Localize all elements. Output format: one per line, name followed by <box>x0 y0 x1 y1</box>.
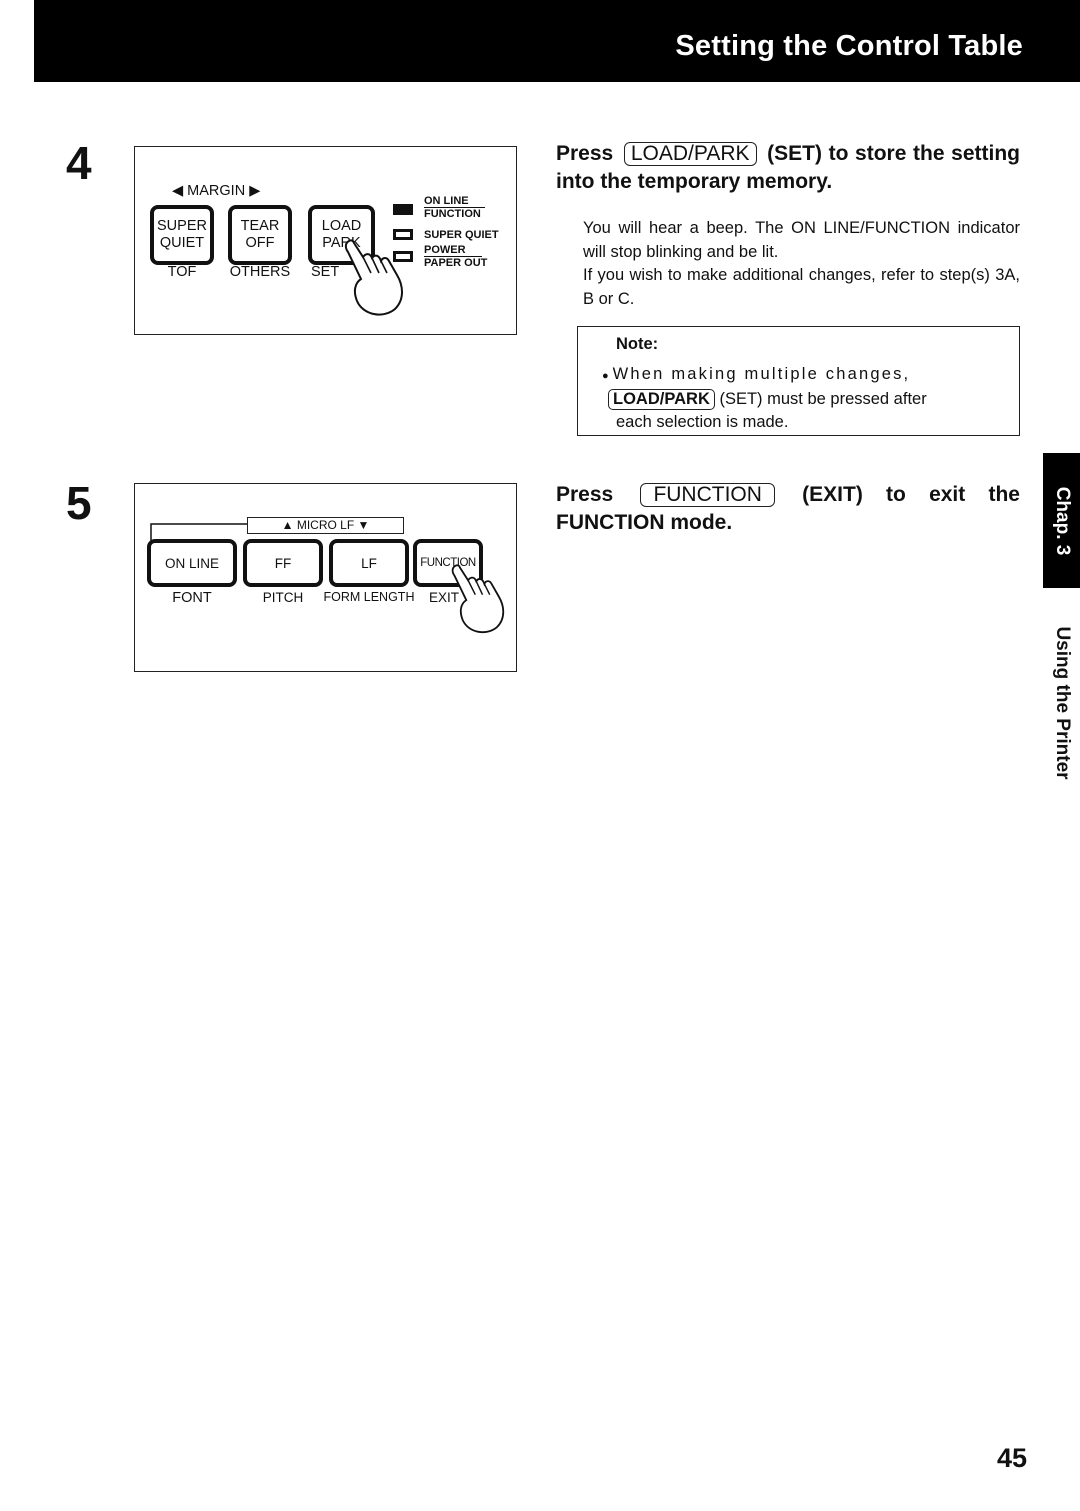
super-quiet-indicator-label: SUPER QUIET <box>424 229 499 241</box>
power-paper-out-indicator-label: POWER PAPER OUT <box>424 244 487 269</box>
function-key: FUNCTION <box>640 483 775 507</box>
instruction-prefix: Press <box>556 142 614 165</box>
micro-lf-label: ▲ MICRO LF ▼ <box>247 517 404 534</box>
indicator-label-top: ON LINE <box>424 195 485 208</box>
margin-label: ◀ MARGIN ▶ <box>172 183 261 199</box>
body-paragraph: You will hear a beep. The ON LINE/FUNCTI… <box>583 219 1020 261</box>
page-number: 45 <box>996 1443 1027 1473</box>
indicator-label-top: POWER <box>424 244 482 257</box>
button-label-top: TEAR <box>240 218 280 234</box>
ff-button[interactable]: FF <box>243 539 323 587</box>
body-paragraph: If you wish to make additional changes, … <box>583 266 1020 308</box>
button-label: LF <box>361 555 377 571</box>
note-line-1: ● When making multiple changes, <box>602 363 1011 388</box>
step-number-4: 4 <box>66 137 92 189</box>
indicator-label-bottom: FUNCTION <box>424 208 481 220</box>
load-park-key: LOAD/PARK <box>608 389 715 410</box>
form-length-label: FORM LENGTH <box>323 590 415 604</box>
button-label-top: SUPER <box>157 218 207 234</box>
online-function-indicator-label: ON LINE FUNCTION <box>424 195 485 220</box>
button-label-bottom: OFF <box>245 235 275 251</box>
font-label: FONT <box>172 590 212 606</box>
instruction-prefix: Press <box>556 483 614 506</box>
super-quiet-indicator <box>393 229 413 240</box>
tear-off-button[interactable]: TEAR OFF <box>228 205 292 265</box>
note-title: Note: <box>616 335 659 353</box>
button-label: ON LINE <box>164 555 219 571</box>
chapter-tab: Chap. 3 <box>1043 453 1080 588</box>
chapter-label: Chap. 3 <box>1051 486 1073 555</box>
note-body: ● When making multiple changes, LOAD/PARK… <box>602 363 1011 434</box>
others-label: OTHERS <box>229 264 291 280</box>
section-label: Using the Printer <box>1051 625 1073 780</box>
lf-button[interactable]: LF <box>329 539 409 587</box>
section-tab: Using the Printer <box>1043 605 1080 800</box>
note-text: When making multiple changes, <box>612 365 911 383</box>
tof-label: TOF <box>167 264 197 280</box>
indicator-label-bottom: PAPER OUT <box>424 257 488 269</box>
step-number-5: 5 <box>66 477 92 529</box>
button-label: FF <box>274 555 292 571</box>
step-5-instruction: Press FUNCTION (EXIT) to exit the FUNCTI… <box>556 481 1020 537</box>
step-4-body: You will hear a beep. The ON LINE/FUNCTI… <box>583 217 1020 311</box>
page-title: Setting the Control Table <box>675 30 1023 62</box>
pointing-hand-icon <box>451 564 505 634</box>
step-4-instruction: Press LOAD/PARK (SET) to store the setti… <box>556 140 1020 196</box>
button-label-top: LOAD <box>321 218 362 234</box>
online-function-indicator <box>393 204 413 215</box>
instruction-suffix: (EXIT) to exit the FUNCTION mode. <box>556 483 1020 534</box>
control-panel-diagram-step-5: ▲ MICRO LF ▼ ON LINE FONT FF PITCH LF FO… <box>134 483 517 672</box>
note-line-2: LOAD/PARK (SET) must be pressed after <box>608 388 1011 411</box>
control-panel-diagram-step-4: ◀ MARGIN ▶ SUPER QUIET TOF TEAR OFF OTHE… <box>134 146 517 335</box>
online-button[interactable]: ON LINE <box>147 539 237 587</box>
power-paper-out-indicator <box>393 251 413 262</box>
super-quiet-button[interactable]: SUPER QUIET <box>150 205 214 265</box>
note-line-3: each selection is made. <box>616 413 789 431</box>
pitch-label: PITCH <box>262 590 304 605</box>
load-park-key: LOAD/PARK <box>623 142 757 166</box>
page-header-bar: Setting the Control Table <box>34 0 1080 82</box>
note-text: (SET) must be pressed after <box>719 390 927 408</box>
note-box: Note: ● When making multiple changes, LOA… <box>577 326 1020 436</box>
button-label-bottom: QUIET <box>159 235 205 251</box>
bullet-icon: ● <box>602 370 609 382</box>
